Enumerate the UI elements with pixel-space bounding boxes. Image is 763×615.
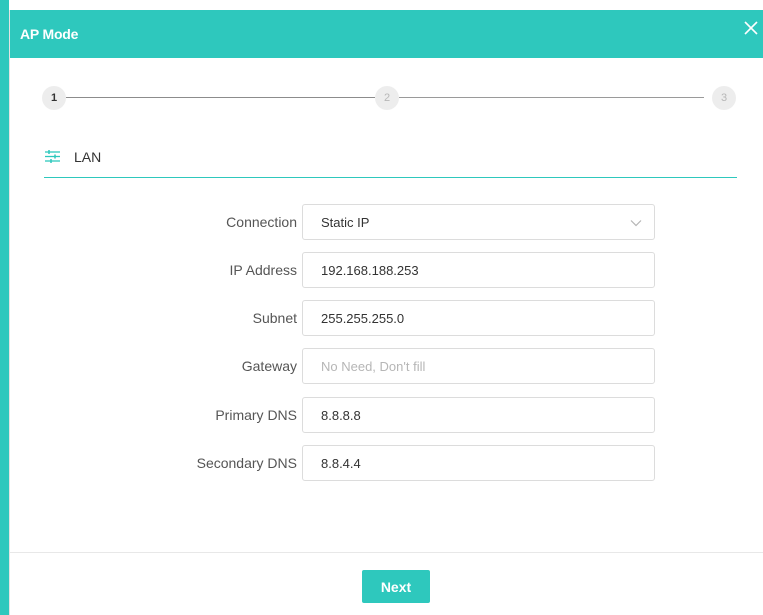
secondary-dns-row: Secondary DNS [10, 445, 763, 481]
primary-dns-input[interactable] [302, 397, 655, 433]
step-1: 1 [42, 86, 66, 110]
step-connector [399, 97, 704, 98]
ip-address-row: IP Address [10, 252, 763, 288]
primary-dns-label: Primary DNS [215, 407, 297, 423]
sliders-icon [45, 150, 60, 163]
subnet-label: Subnet [252, 310, 297, 326]
gateway-row: Gateway [10, 348, 763, 384]
connection-select[interactable]: Static IP [302, 204, 655, 240]
connection-value: Static IP [321, 215, 370, 230]
secondary-dns-input[interactable] [302, 445, 655, 481]
background-strip [0, 0, 9, 615]
step-connector [66, 97, 375, 98]
modal-title: AP Mode [20, 26, 79, 42]
subnet-input[interactable] [302, 300, 655, 336]
step-2: 2 [375, 86, 399, 110]
ip-address-input[interactable] [302, 252, 655, 288]
subnet-row: Subnet [10, 300, 763, 336]
stepper: 1 2 3 [42, 86, 736, 110]
step-3: 3 [712, 86, 736, 110]
connection-row: Connection Static IP [10, 204, 763, 240]
next-button[interactable]: Next [362, 570, 430, 603]
gateway-input[interactable] [302, 348, 655, 384]
gateway-label: Gateway [241, 358, 297, 374]
connection-label: Connection [226, 214, 297, 230]
footer-divider [10, 552, 763, 553]
primary-dns-row: Primary DNS [10, 397, 763, 433]
close-icon [744, 21, 758, 35]
section-title: LAN [74, 149, 102, 165]
chevron-down-icon [630, 220, 642, 227]
ap-mode-modal: AP Mode 1 2 3 LAN Connection Static IP I… [9, 10, 763, 615]
ip-address-label: IP Address [229, 262, 297, 278]
secondary-dns-label: Secondary DNS [196, 455, 297, 471]
modal-header: AP Mode [10, 10, 763, 58]
close-button[interactable] [742, 19, 760, 37]
lan-section-header: LAN [44, 148, 737, 178]
